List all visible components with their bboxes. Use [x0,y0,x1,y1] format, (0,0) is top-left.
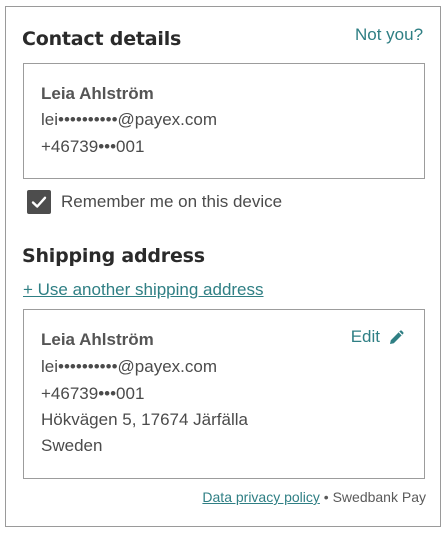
contact-details-card: Leia Ahlström lei••••••••••@payex.com +4… [23,63,425,179]
shipping-address-card: Edit Leia Ahlström lei••••••••••@payex.c… [23,309,425,479]
footer-separator: • [323,489,329,505]
contact-email: lei••••••••••@payex.com [41,110,217,129]
contact-name: Leia Ahlström [41,84,154,103]
not-you-link[interactable]: Not you? [355,25,423,45]
shipping-address-heading: Shipping address [22,245,205,267]
check-icon [31,196,47,208]
swedbank-pay-brand: Swedbank Pay [332,489,426,505]
shipping-email: lei••••••••••@payex.com [41,357,217,376]
footer: Data privacy policy • Swedbank Pay [202,489,426,505]
remember-me-checkbox[interactable] [27,190,51,214]
use-another-shipping-address-link[interactable]: + Use another shipping address [23,280,264,300]
edit-shipping-button[interactable]: Edit [351,327,406,347]
data-privacy-policy-link[interactable]: Data privacy policy [202,489,320,505]
contact-phone: +46739•••001 [41,137,145,156]
shipping-name: Leia Ahlström [41,330,154,349]
shipping-street: Hökvägen 5, 17674 Järfälla [41,410,248,429]
shipping-phone: +46739•••001 [41,384,145,403]
contact-details-heading: Contact details [22,28,182,50]
remember-me-option[interactable]: Remember me on this device [27,190,282,214]
edit-label: Edit [350,327,380,346]
remember-me-label: Remember me on this device [61,192,283,211]
pencil-icon [390,330,404,344]
shipping-country: Sweden [41,436,103,455]
